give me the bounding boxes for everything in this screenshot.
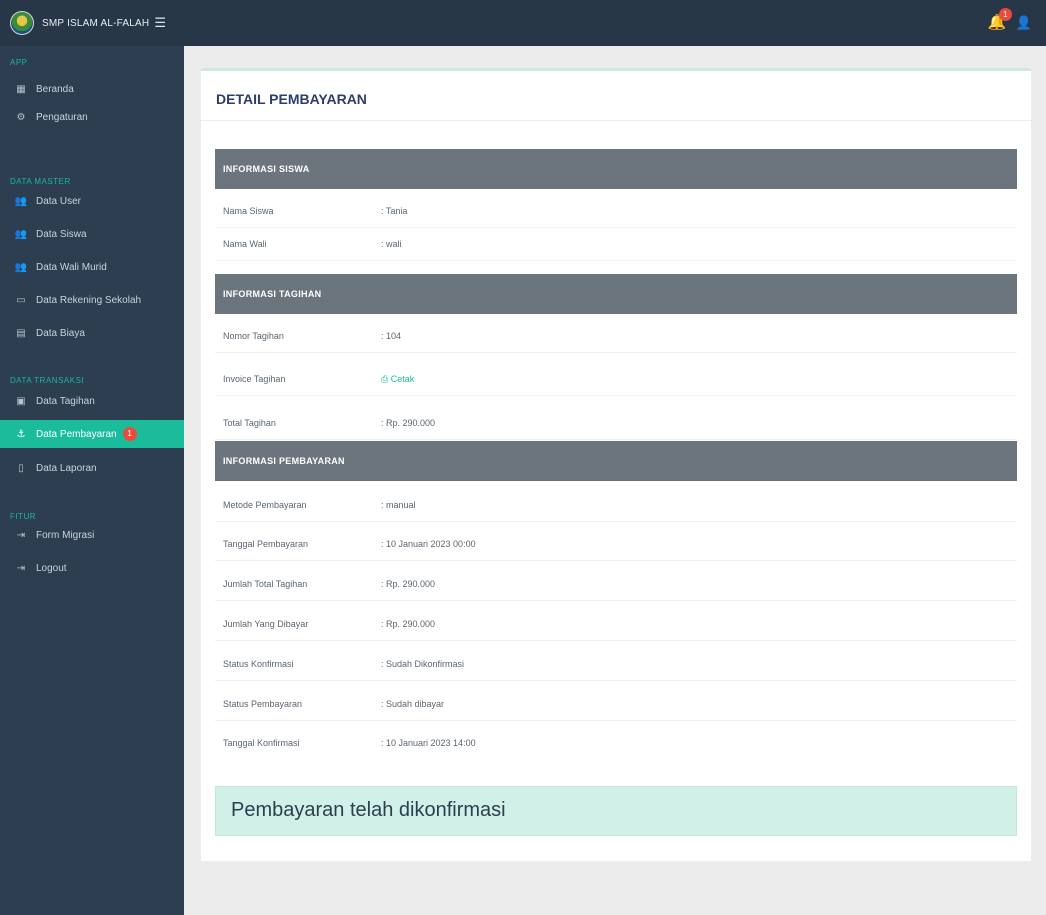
sidebar-item-data-tagihan[interactable]: ▣ Data Tagihan xyxy=(0,387,184,415)
confirmation-alert: Pembayaran telah dikonfirmasi xyxy=(215,786,1017,836)
detail-row: Status Konfirmasi : Sudah Dikonfirmasi xyxy=(215,648,1017,681)
detail-row: Status Pembayaran : Sudah dibayar xyxy=(215,688,1017,721)
row-value: : Tania xyxy=(381,206,408,216)
detail-row: Invoice Tagihan ⎙ Cetak xyxy=(215,363,1017,396)
sidebar-item-label: Data Biaya xyxy=(36,327,85,339)
detail-row: Tanggal Pembayaran : 10 Januari 2023 00:… xyxy=(215,528,1017,561)
school-logo xyxy=(10,11,34,35)
row-value: : 10 Januari 2023 14:00 xyxy=(381,738,476,748)
print-invoice-link[interactable]: ⎙ Cetak xyxy=(381,374,414,385)
detail-row: Nama Wali : wali xyxy=(215,228,1017,261)
sidebar-section-title: FITUR xyxy=(10,512,37,521)
row-label: Total Tagihan xyxy=(223,418,276,428)
sign-in-icon: ⇥ xyxy=(16,529,26,541)
users-icon: 👥 xyxy=(14,195,28,207)
sidebar-item-label: Form Migrasi xyxy=(36,529,95,541)
row-value: : Sudah Dikonfirmasi xyxy=(381,659,465,669)
section-header-informasi-siswa: INFORMASI SISWA xyxy=(215,149,1017,189)
detail-row: Tanggal Konfirmasi : 10 Januari 2023 14:… xyxy=(215,727,1017,760)
row-value: : manual xyxy=(381,500,416,510)
top-navbar: SMP ISLAM AL-FALAH ☰ 🔔 1 👤 xyxy=(0,0,1046,46)
sidebar-item-data-pembayaran[interactable]: ⚓ Data Pembayaran 1 xyxy=(0,420,184,448)
row-label: Status Konfirmasi xyxy=(223,659,294,669)
detail-row: Total Tagihan : Rp. 290.000 xyxy=(215,407,1017,440)
sidebar-item-logout[interactable]: ⇥ Logout xyxy=(0,554,184,582)
menu-fold-icon[interactable]: ☰ xyxy=(154,15,166,31)
row-value: : 10 Januari 2023 00:00 xyxy=(381,539,476,549)
detail-row: Jumlah Total Tagihan : Rp. 290.000 xyxy=(215,568,1017,601)
row-value: : wali xyxy=(381,239,402,249)
detail-row: Nomor Tagihan : 104 xyxy=(215,320,1017,353)
payment-detail-card: DETAIL PEMBAYARAN INFORMASI SISWA Nama S… xyxy=(201,68,1031,861)
row-label: Jumlah Total Tagihan xyxy=(223,579,308,589)
row-label: Jumlah Yang Dibayar xyxy=(223,619,309,629)
sidebar: APP ▦ Beranda ⚙ Pengaturan DATA MASTER 👥… xyxy=(0,46,184,915)
row-label: Invoice Tagihan xyxy=(223,374,286,384)
sidebar-badge: 1 xyxy=(122,427,137,441)
anchor-icon: ⚓ xyxy=(16,428,26,440)
card-icon: ▭ xyxy=(16,294,26,306)
brand[interactable]: SMP ISLAM AL-FALAH ☰ xyxy=(0,0,184,46)
row-value: : Sudah dibayar xyxy=(381,699,445,709)
grid-icon: ▦ xyxy=(16,83,26,95)
file-icon: ▯ xyxy=(18,462,24,474)
sidebar-item-form-migrasi[interactable]: ⇥ Form Migrasi xyxy=(0,521,184,549)
sidebar-item-pengaturan[interactable]: ⚙ Pengaturan xyxy=(0,103,184,131)
user-icon[interactable]: 👤 xyxy=(1016,15,1032,31)
sidebar-item-label: Logout xyxy=(36,562,67,574)
gear-icon: ⚙ xyxy=(16,111,26,123)
sidebar-item-label: Data Rekening Sekolah xyxy=(36,294,142,306)
row-value: : Rp. 290.000 xyxy=(381,579,436,589)
divider xyxy=(201,120,1031,121)
sidebar-item-label: Data Pembayaran xyxy=(36,428,117,440)
section-header-informasi-tagihan: INFORMASI TAGIHAN xyxy=(215,274,1017,314)
users-icon: 👥 xyxy=(14,261,28,273)
page-title: DETAIL PEMBAYARAN xyxy=(216,91,367,107)
section-header-informasi-pembayaran: INFORMASI PEMBAYARAN xyxy=(215,441,1017,481)
sidebar-item-label: Beranda xyxy=(36,83,74,95)
sidebar-section-title: APP xyxy=(10,58,28,67)
row-value: : 104 xyxy=(381,331,402,341)
detail-row: Metode Pembayaran : manual xyxy=(215,489,1017,522)
sidebar-item-label: Data Laporan xyxy=(36,462,97,474)
sidebar-item-label: Data Tagihan xyxy=(36,395,95,407)
detail-row: Nama Siswa : Tania xyxy=(215,195,1017,228)
print-icon: ⎙ xyxy=(381,374,389,384)
notification-bell-icon[interactable]: 🔔 1 xyxy=(988,8,1012,32)
sidebar-item-label: Pengaturan xyxy=(36,111,88,123)
row-label: Nomor Tagihan xyxy=(223,331,284,341)
row-label: Nama Wali xyxy=(223,239,267,249)
money-icon: ▤ xyxy=(16,327,26,339)
users-icon: 👥 xyxy=(14,228,28,240)
sidebar-item-data-laporan[interactable]: ▯ Data Laporan xyxy=(0,454,184,482)
row-value: : Rp. 290.000 xyxy=(381,619,436,629)
print-link-label: Cetak xyxy=(390,374,415,384)
row-label: Metode Pembayaran xyxy=(223,500,307,510)
row-label: Status Pembayaran xyxy=(223,699,303,709)
row-label: Tanggal Pembayaran xyxy=(223,539,309,549)
sign-out-icon: ⇥ xyxy=(16,562,26,574)
sidebar-item-data-siswa[interactable]: 👥 Data Siswa xyxy=(0,220,184,248)
alert-text: Pembayaran telah dikonfirmasi xyxy=(231,799,506,821)
calendar-icon: ▣ xyxy=(16,395,26,407)
row-label: Nama Siswa xyxy=(223,206,274,216)
sidebar-item-beranda[interactable]: ▦ Beranda xyxy=(0,75,184,103)
sidebar-item-data-user[interactable]: 👥 Data User xyxy=(0,187,184,215)
sidebar-item-label: Data User xyxy=(36,195,82,207)
row-label: Tanggal Konfirmasi xyxy=(223,738,300,748)
sidebar-item-data-rekening-sekolah[interactable]: ▭ Data Rekening Sekolah xyxy=(0,286,184,314)
row-value: : Rp. 290.000 xyxy=(381,418,436,428)
detail-row: Jumlah Yang Dibayar : Rp. 290.000 xyxy=(215,608,1017,641)
notification-badge: 1 xyxy=(998,8,1012,21)
sidebar-section-title: DATA MASTER xyxy=(10,177,71,186)
sidebar-item-label: Data Siswa xyxy=(36,228,87,240)
sidebar-item-label: Data Wali Murid xyxy=(36,261,107,273)
sidebar-item-data-biaya[interactable]: ▤ Data Biaya xyxy=(0,319,184,347)
brand-name: SMP ISLAM AL-FALAH xyxy=(42,17,150,29)
sidebar-item-data-wali-murid[interactable]: 👥 Data Wali Murid xyxy=(0,253,184,281)
sidebar-section-title: DATA TRANSAKSI xyxy=(10,376,85,385)
